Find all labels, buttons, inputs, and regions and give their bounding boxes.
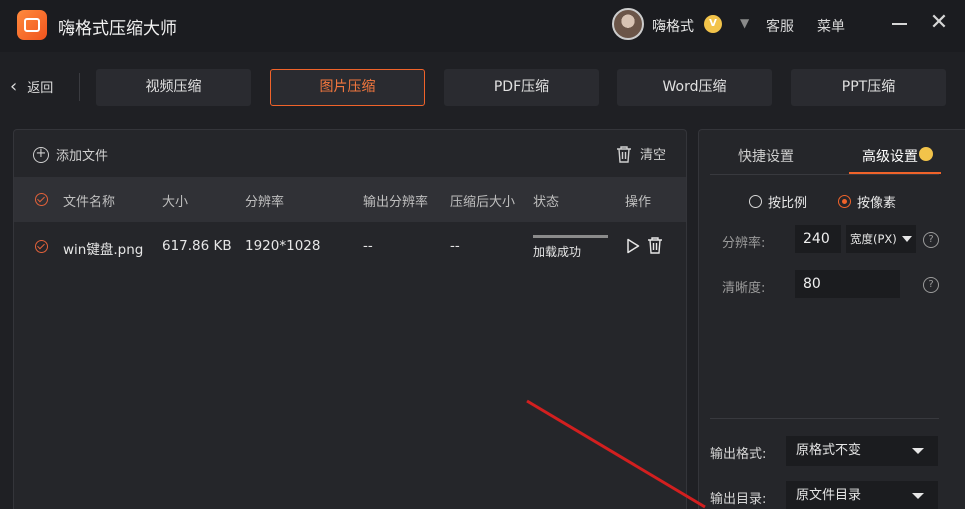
output-dir-value: 原文件目录 — [796, 488, 862, 503]
unit-select[interactable]: 宽度(PX) — [846, 225, 916, 253]
output-dir-select[interactable]: 原文件目录 — [786, 481, 938, 509]
play-icon[interactable] — [626, 238, 640, 254]
col-status: 状态 — [533, 195, 560, 210]
col-name: 文件名称 — [63, 195, 116, 210]
plus-circle-icon: + — [33, 146, 49, 163]
chevron-left-icon: ‹ — [10, 76, 18, 97]
radio-by-pixel[interactable]: 按像素 — [838, 192, 896, 211]
select-all-checkbox[interactable] — [35, 193, 48, 206]
radio-selected-icon — [838, 195, 851, 208]
tab-quick-settings[interactable]: 快捷设置 — [738, 146, 794, 166]
tab-advanced-settings[interactable]: 高级设置 — [862, 146, 918, 166]
file-size: 617.86 KB — [162, 238, 232, 254]
add-file-label: 添加文件 — [56, 149, 109, 164]
col-size: 大小 — [162, 195, 189, 210]
active-tab-indicator — [849, 172, 941, 174]
file-name: win键盘.png — [63, 242, 144, 258]
menu-button[interactable]: 菜单 — [817, 16, 845, 36]
back-button[interactable]: ‹ 返回 — [10, 76, 53, 97]
minimize-icon[interactable] — [889, 10, 911, 38]
close-icon[interactable]: ✕ — [928, 12, 950, 34]
unit-value: 宽度(PX) — [850, 232, 897, 246]
chevron-down-icon[interactable]: ▼ — [740, 16, 749, 30]
col-actions: 操作 — [625, 195, 652, 210]
tab-image[interactable]: 图片压缩 — [270, 69, 425, 106]
tab-ppt[interactable]: PPT压缩 — [791, 69, 946, 106]
output-format-value: 原格式不变 — [796, 443, 862, 458]
divider — [79, 73, 80, 101]
status-text: 加载成功 — [533, 245, 582, 259]
vip-badge-icon: V — [704, 15, 722, 33]
app-logo-icon — [17, 10, 47, 40]
username[interactable]: 嗨格式 — [652, 16, 694, 36]
delete-icon[interactable] — [646, 236, 664, 254]
clarity-label: 清晰度: — [722, 281, 766, 296]
caret-down-icon — [912, 448, 924, 454]
output-format-select[interactable]: 原格式不变 — [786, 436, 938, 466]
vip-badge-icon — [919, 147, 933, 161]
annotation-arrow — [526, 399, 706, 509]
radio-label: 按像素 — [857, 196, 897, 211]
col-resolution: 分辨率 — [245, 195, 285, 210]
tab-video[interactable]: 视频压缩 — [96, 69, 251, 106]
service-button[interactable]: 客服 — [766, 16, 794, 36]
trash-icon — [617, 145, 631, 163]
resolution-input[interactable]: 240 — [795, 225, 841, 253]
add-file-button[interactable]: + 添加文件 — [33, 145, 108, 164]
avatar[interactable] — [612, 8, 644, 40]
divider — [710, 174, 939, 175]
file-out-resolution: -- — [363, 238, 373, 254]
tab-word[interactable]: Word压缩 — [617, 69, 772, 106]
radio-label: 按比例 — [768, 196, 808, 211]
caret-down-icon — [912, 493, 924, 499]
radio-icon — [749, 195, 762, 208]
file-out-size: -- — [450, 238, 460, 254]
file-resolution: 1920*1028 — [245, 238, 321, 254]
back-label: 返回 — [27, 81, 54, 96]
col-out-resolution: 输出分辨率 — [363, 195, 429, 210]
col-out-size: 压缩后大小 — [450, 195, 516, 210]
clear-button[interactable]: 清空 — [616, 144, 666, 163]
row-checkbox[interactable] — [35, 240, 48, 253]
resolution-label: 分辨率: — [722, 236, 766, 251]
radio-by-ratio[interactable]: 按比例 — [749, 192, 807, 211]
help-icon[interactable]: ? — [923, 277, 939, 293]
app-title: 嗨格式压缩大师 — [58, 19, 177, 39]
tab-pdf[interactable]: PDF压缩 — [444, 69, 599, 106]
clarity-input[interactable]: 80 — [795, 270, 900, 298]
caret-down-icon — [902, 236, 912, 242]
divider — [710, 418, 939, 419]
clear-label: 清空 — [640, 148, 667, 163]
help-icon[interactable]: ? — [923, 232, 939, 248]
progress-bar — [533, 235, 608, 238]
